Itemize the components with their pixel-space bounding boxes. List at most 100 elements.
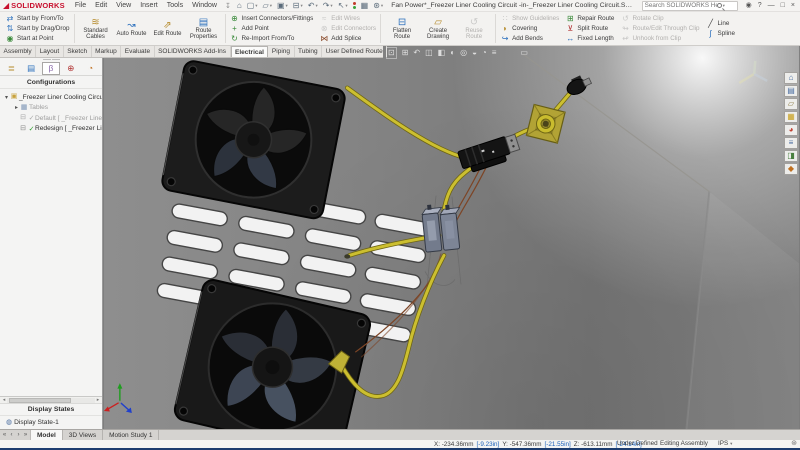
display-grid-icon[interactable]: ▦ — [359, 1, 371, 11]
start-at-point-button[interactable]: ◉Start at Point — [5, 34, 70, 44]
route-through-clip-button[interactable]: ↬Route/Edit Through Clip — [620, 23, 699, 33]
hide-show-items-icon[interactable]: ◎ — [460, 48, 467, 58]
pin-menu-icon[interactable]: ↧ — [225, 2, 231, 10]
taskpane-view-palette-tab[interactable]: ▦ — [784, 111, 798, 123]
tab-motion-study[interactable]: Motion Study 1 — [103, 430, 159, 440]
view-orientation-icon[interactable]: ◧ — [438, 48, 446, 58]
3d-scene[interactable] — [103, 46, 800, 429]
camera-icon[interactable]: ▭ — [520, 48, 528, 58]
edit-wires-button[interactable]: ≈Edit Wires — [319, 13, 376, 23]
menu-view[interactable]: View — [112, 2, 135, 9]
maximize-icon[interactable]: □ — [781, 1, 785, 11]
tree-root-config[interactable]: ▾ ▣ _Freezer Liner Cooling Circuit Confi… — [3, 92, 102, 103]
configurationmanager-tab[interactable]: β — [42, 62, 61, 75]
rotate-clip-button[interactable]: ↺Rotate Clip — [620, 13, 699, 23]
spline-button[interactable]: ∫Spline — [706, 29, 736, 40]
apply-scene-icon[interactable]: ◔ — [482, 48, 487, 58]
flatten-route-button[interactable]: ⊟Flatten Route — [385, 13, 419, 45]
dimxpert-tab[interactable]: ⊕ — [61, 62, 80, 75]
unhook-from-clip-button[interactable]: ↫Unhook from Clip — [620, 34, 699, 44]
menu-insert[interactable]: Insert — [136, 2, 162, 9]
edit-route-button[interactable]: ⇗Edit Route — [151, 13, 185, 45]
last-tab-icon[interactable]: » — [23, 432, 28, 438]
help-icon[interactable]: ? — [758, 1, 762, 11]
tab-evaluate[interactable]: Evaluate — [121, 46, 154, 57]
previous-view-icon[interactable]: ↶ — [413, 48, 420, 58]
split-route-button[interactable]: ⊻Split Route — [565, 23, 614, 33]
insert-connectors-button[interactable]: ⊕Insert Connectors/Fittings — [230, 13, 314, 23]
redo-icon[interactable]: ↷ — [321, 1, 335, 11]
route-properties-button[interactable]: ▤Route Properties — [187, 13, 221, 45]
featuremanager-tab[interactable]: ≣ — [2, 62, 21, 75]
menu-file[interactable]: File — [71, 2, 90, 9]
search-icon[interactable] — [717, 3, 722, 8]
standard-cables-button[interactable]: ≋Standard Cables — [79, 13, 113, 45]
home-icon[interactable]: ⌂ — [235, 1, 244, 11]
new-icon[interactable]: ▢ — [245, 1, 260, 11]
expand-caret-icon[interactable]: ▾ — [3, 94, 10, 101]
menu-window[interactable]: Window — [188, 2, 221, 9]
select-icon[interactable]: ↖ — [336, 1, 350, 11]
tab-sketch[interactable]: Sketch — [64, 46, 92, 57]
add-bends-button[interactable]: ↪Add Bends — [500, 34, 559, 44]
print-icon[interactable]: ⊟ — [291, 1, 305, 11]
tab-piping[interactable]: Piping — [268, 46, 294, 57]
zoom-to-area-icon[interactable]: ⊞ — [402, 48, 409, 58]
tab-3d-views[interactable]: 3D Views — [63, 430, 103, 440]
menu-tools[interactable]: Tools — [163, 2, 187, 9]
covering-button[interactable]: ◗Covering — [500, 23, 559, 33]
close-icon[interactable]: × — [791, 1, 795, 11]
taskpane-process-tab[interactable]: ◆ — [784, 163, 798, 175]
collapse-caret-icon[interactable]: ▸ — [13, 104, 20, 111]
start-by-dragdrop-button[interactable]: ⇅Start by Drag/Drop — [5, 23, 70, 33]
create-drawing-button[interactable]: ▱Create Drawing — [421, 13, 455, 45]
tab-model[interactable]: Model — [31, 430, 63, 440]
display-state-item[interactable]: ◍ Display State-1 — [0, 416, 102, 429]
edit-connectors-button[interactable]: ⊗Edit Connectors — [319, 23, 376, 33]
tab-electrical[interactable]: Electrical — [231, 46, 269, 57]
taskpane-custom-properties-tab[interactable]: ≡ — [784, 137, 798, 149]
tree-item-default-config[interactable]: ⊟ ✓ Default [ _Freezer Liner Coo — [3, 113, 102, 124]
first-tab-icon[interactable]: « — [2, 432, 7, 438]
add-point-button[interactable]: +Add Point — [230, 23, 314, 33]
menu-edit[interactable]: Edit — [91, 2, 111, 9]
cable-clip[interactable] — [526, 104, 565, 143]
taskpane-forum-tab[interactable]: ◨ — [784, 150, 798, 162]
viewport-3d[interactable] — [103, 46, 800, 429]
tree-item-redesign-config[interactable]: ⊟ ✓ Redesign [ _Freezer Liner Co — [3, 124, 102, 135]
tab-markup[interactable]: Markup — [92, 46, 122, 57]
reimport-fromto-button[interactable]: ↻Re-Import From/To — [230, 34, 314, 44]
edit-appearance-icon[interactable]: ◒ — [472, 48, 477, 58]
tree-item-tables[interactable]: ▸ ▦ Tables — [3, 103, 102, 114]
status-options-icon[interactable]: ⊛ — [791, 440, 797, 448]
display-style-icon[interactable]: ◐ — [450, 48, 455, 58]
auto-route-button[interactable]: ↝Auto Route — [115, 13, 149, 45]
view-settings-icon[interactable]: ≡ — [492, 48, 497, 58]
save-icon[interactable]: ▣ — [275, 1, 290, 11]
displaymanager-tab[interactable]: ◔ — [81, 62, 100, 75]
show-guidelines-button[interactable]: ∷Show Guidelines — [500, 13, 559, 23]
repair-route-button[interactable]: ⊞Repair Route — [565, 13, 614, 23]
reuse-route-button[interactable]: ↺Reuse Route — [457, 13, 491, 45]
taskpane-file-explorer-tab[interactable]: ▱ — [784, 98, 798, 110]
open-icon[interactable]: ▱ — [261, 1, 274, 11]
line-button[interactable]: ╱Line — [706, 18, 736, 29]
tab-tubing[interactable]: Tubing — [295, 46, 323, 57]
scrollbar-thumb[interactable] — [9, 398, 71, 403]
visualization-icon[interactable] — [351, 2, 358, 9]
start-by-fromto-button[interactable]: ⇄Start by From/To — [5, 13, 70, 23]
login-icon[interactable]: ◉ — [746, 1, 752, 11]
taskpane-appearances-tab[interactable]: ◕ — [784, 124, 798, 136]
help-search[interactable]: ▾ — [642, 1, 738, 11]
zoom-to-fit-icon[interactable]: ⊡ — [386, 47, 397, 59]
next-tab-icon[interactable]: › — [16, 432, 21, 438]
undo-icon[interactable]: ↶ — [306, 1, 320, 11]
units-selector[interactable]: IPS ▾ — [718, 440, 732, 448]
add-splice-button[interactable]: ⋈Add Splice — [319, 34, 376, 44]
panel-horizontal-scrollbar[interactable]: ◂ ▸ — [0, 397, 102, 404]
fixed-length-button[interactable]: ↔Fixed Length — [565, 34, 614, 44]
tab-user-defined-route[interactable]: User Defined Route — [322, 46, 387, 57]
search-input[interactable] — [645, 2, 717, 9]
minimize-icon[interactable]: — — [768, 1, 775, 11]
section-view-icon[interactable]: ◫ — [425, 48, 433, 58]
